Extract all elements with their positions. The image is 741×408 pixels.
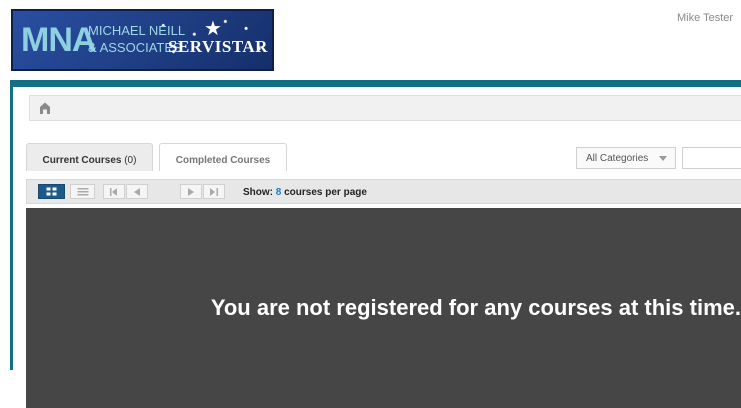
- tab-current-courses-label: Current Courses: [42, 155, 122, 166]
- list-view-button[interactable]: [70, 184, 95, 199]
- tab-completed-courses-label: Completed Courses: [175, 155, 271, 166]
- last-page-button[interactable]: [203, 184, 225, 199]
- chevron-down-icon: [659, 156, 667, 161]
- tab-current-courses-count: (0): [124, 155, 137, 166]
- search-input[interactable]: [682, 147, 741, 169]
- category-select[interactable]: All Categories: [576, 147, 676, 169]
- prev-page-icon: [134, 187, 140, 196]
- course-list-area: You are not registered for any courses a…: [26, 208, 741, 408]
- next-page-button[interactable]: [180, 184, 202, 199]
- grid-view-button[interactable]: [38, 184, 65, 199]
- user-name[interactable]: Mike Tester: [677, 12, 733, 24]
- logo-line1: MICHAEL NEILL: [88, 23, 186, 38]
- breadcrumb: [29, 95, 741, 121]
- logo-brand: SERVISTAR: [168, 37, 268, 56]
- view-toolbar: Show: 8 courses per page: [26, 179, 741, 204]
- empty-state-message: You are not registered for any courses a…: [210, 295, 741, 320]
- per-page-value[interactable]: 8: [276, 187, 282, 198]
- next-page-icon: [188, 187, 194, 196]
- tab-current-courses[interactable]: Current Courses (0): [26, 143, 153, 171]
- main-frame: Current Courses (0) Completed Courses Al…: [10, 80, 741, 408]
- first-page-icon: [110, 187, 117, 196]
- prev-page-button[interactable]: [126, 184, 148, 199]
- home-icon[interactable]: [38, 101, 52, 115]
- per-page-control: Show: 8 courses per page: [243, 187, 367, 198]
- logo-mna: MNA: [21, 21, 96, 59]
- category-select-value: All Categories: [586, 153, 649, 164]
- grid-view-icon: [46, 187, 56, 195]
- tab-completed-courses[interactable]: Completed Courses: [159, 143, 287, 171]
- first-page-button[interactable]: [103, 184, 125, 199]
- per-page-suffix: courses per page: [284, 187, 367, 198]
- company-logo[interactable]: MNA MICHAEL NEILL & ASSOCIATES ★ SERVIST…: [11, 9, 274, 71]
- list-view-icon: [77, 187, 88, 195]
- per-page-label: Show:: [243, 187, 273, 198]
- last-page-icon: [210, 187, 218, 196]
